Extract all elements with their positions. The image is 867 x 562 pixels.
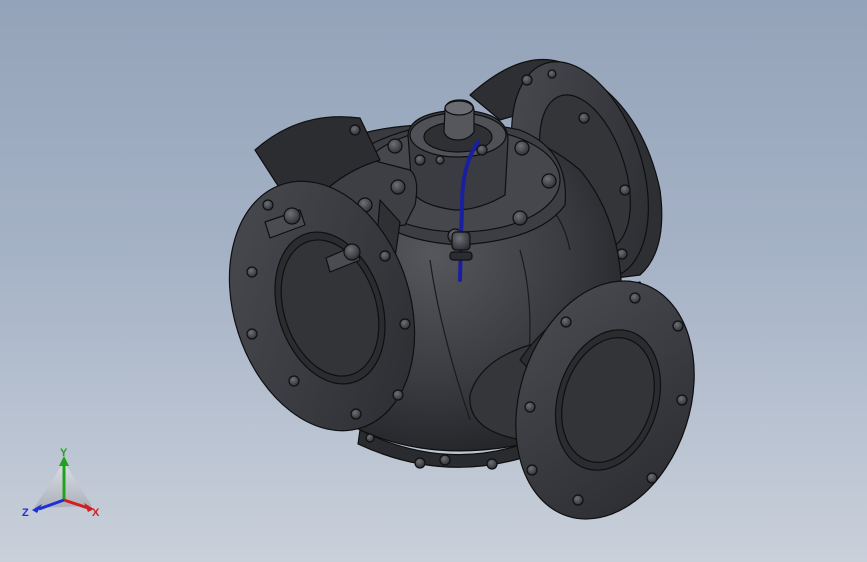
z-axis-label: Z	[22, 507, 29, 519]
x-axis-label: X	[92, 507, 100, 519]
orientation-triad[interactable]: Y X Z	[22, 448, 106, 524]
graphics-viewport[interactable]: Y X Z	[0, 0, 867, 562]
valve-3d-model[interactable]	[0, 0, 867, 562]
y-axis-label: Y	[60, 448, 68, 459]
cable-clamp	[449, 231, 473, 261]
actuator-stem	[407, 99, 509, 211]
